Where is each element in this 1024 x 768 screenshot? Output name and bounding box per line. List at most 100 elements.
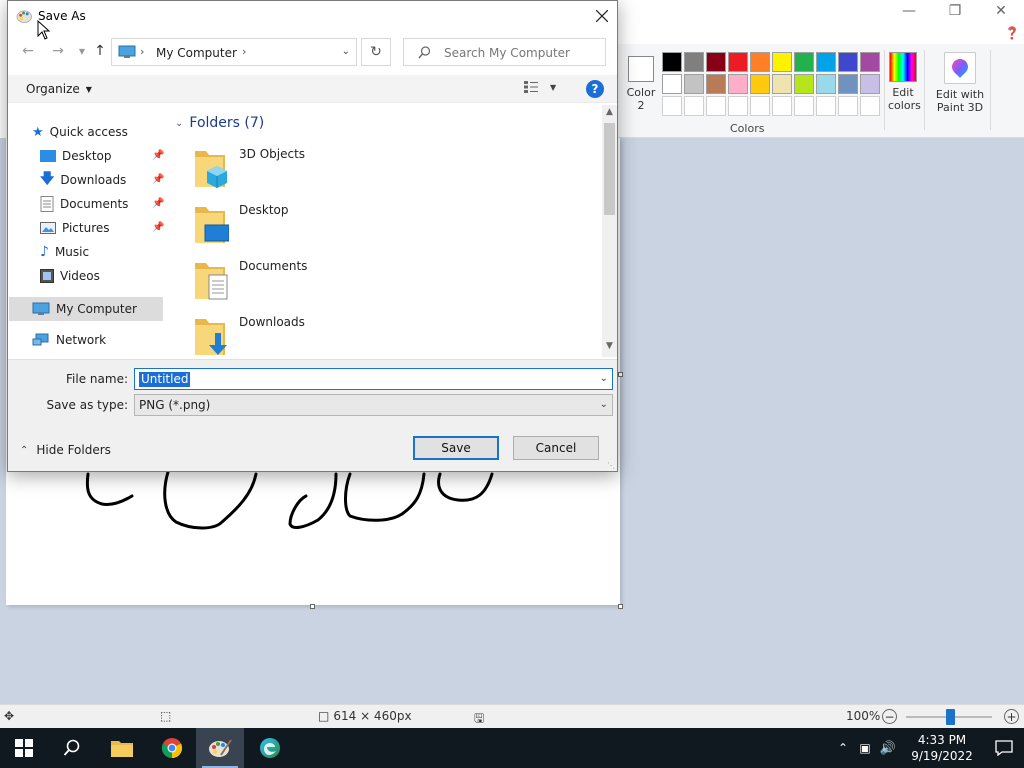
zoom-slider-thumb[interactable] <box>946 709 955 725</box>
scroll-up-icon[interactable]: ▲ <box>602 107 617 121</box>
organize-button[interactable]: Organize ▼ <box>26 82 92 96</box>
cancel-button[interactable]: Cancel <box>513 436 599 460</box>
network-icon[interactable]: ▣ <box>854 741 876 755</box>
show-hidden-icons-icon[interactable]: ⌃ <box>832 741 854 755</box>
palette-color-swatch[interactable] <box>816 52 836 72</box>
palette-color-swatch[interactable] <box>816 96 836 116</box>
resize-grip-icon[interactable]: ⋱ <box>607 461 615 470</box>
save-type-select[interactable]: PNG (*.png) ⌄ <box>134 394 613 416</box>
forward-button[interactable]: → <box>48 41 68 61</box>
palette-color-swatch[interactable] <box>662 52 682 72</box>
palette-color-swatch[interactable] <box>772 96 792 116</box>
folders-group-header[interactable]: ⌄ Folders (7) <box>175 115 264 131</box>
dialog-titlebar[interactable]: Save As <box>8 1 617 31</box>
search-placeholder: Search My Computer <box>444 46 570 60</box>
view-dropdown-icon[interactable]: ▼ <box>550 83 556 92</box>
zoom-in-button[interactable]: + <box>1004 709 1019 724</box>
minimize-button[interactable]: — <box>886 0 932 22</box>
canvas-resize-handle-right[interactable] <box>618 372 623 377</box>
palette-color-swatch[interactable] <box>860 52 880 72</box>
close-button[interactable]: ✕ <box>978 0 1024 22</box>
zoom-out-button[interactable]: − <box>882 709 897 724</box>
palette-color-swatch[interactable] <box>838 52 858 72</box>
palette-color-swatch[interactable] <box>706 74 726 94</box>
start-button[interactable] <box>0 728 48 768</box>
dialog-close-button[interactable] <box>587 1 617 31</box>
chevron-down-icon: ▼ <box>85 84 92 94</box>
music-note-icon: ♪ <box>40 244 49 260</box>
palette-color-swatch[interactable] <box>838 74 858 94</box>
palette-color-swatch[interactable] <box>662 96 682 116</box>
file-explorer-taskbar-button[interactable] <box>98 728 146 768</box>
paint-app-icon <box>16 10 32 23</box>
file-list-scrollbar[interactable]: ▲ ▼ <box>602 105 617 357</box>
palette-color-swatch[interactable] <box>706 96 726 116</box>
change-view-button[interactable]: ▼ <box>524 81 556 93</box>
organize-label: Organize <box>26 82 80 96</box>
search-input[interactable]: Search My Computer <box>403 38 606 66</box>
palette-color-swatch[interactable] <box>860 96 880 116</box>
nav-item-quick-access[interactable]: ★ Quick access <box>32 121 128 143</box>
palette-color-swatch[interactable] <box>794 74 814 94</box>
canvas-resize-handle-corner[interactable] <box>618 604 623 609</box>
ribbon-help-icon[interactable]: ❓ <box>1004 26 1020 42</box>
nav-item-my-computer[interactable]: My Computer <box>32 298 137 320</box>
palette-color-swatch[interactable] <box>728 52 748 72</box>
address-dropdown-icon[interactable]: ⌄ <box>342 46 350 57</box>
palette-color-swatch[interactable] <box>706 52 726 72</box>
palette-color-swatch[interactable] <box>750 52 770 72</box>
edit-with-paint3d-button[interactable]: Edit with Paint 3D <box>932 52 988 114</box>
recent-locations-chevron-icon[interactable]: ▼ <box>72 41 92 61</box>
edit-colors-label-line1: Edit <box>892 86 914 99</box>
file-name-input[interactable]: Untitled ⌄ <box>134 368 613 390</box>
palette-color-swatch[interactable] <box>750 74 770 94</box>
folder-item-desktop[interactable]: Desktop <box>193 203 493 251</box>
palette-color-swatch[interactable] <box>684 52 704 72</box>
nav-item-videos[interactable]: Videos <box>40 265 100 287</box>
palette-color-swatch[interactable] <box>772 74 792 94</box>
breadcrumb-chevron-icon[interactable]: › <box>242 45 246 58</box>
canvas-size-text: 614 × 460px <box>333 709 412 723</box>
clock[interactable]: 4:33 PM 9/19/2022 <box>900 732 984 764</box>
save-button[interactable]: Save <box>413 436 499 460</box>
paint-taskbar-button[interactable] <box>196 728 244 768</box>
scrollbar-thumb[interactable] <box>604 123 615 215</box>
address-bar[interactable]: › My Computer › ⌄ <box>111 38 357 66</box>
dialog-toolbar: Organize ▼ ▼ ? <box>8 75 617 103</box>
nav-item-music[interactable]: ♪ Music <box>40 241 89 263</box>
folder-item-downloads[interactable]: Downloads <box>193 315 493 357</box>
palette-color-swatch[interactable] <box>794 96 814 116</box>
ribbon-divider <box>990 50 991 130</box>
palette-color-swatch[interactable] <box>684 74 704 94</box>
palette-color-swatch[interactable] <box>838 96 858 116</box>
palette-color-swatch[interactable] <box>684 96 704 116</box>
refresh-button[interactable]: ↻ <box>361 38 391 66</box>
chevron-down-icon[interactable]: ⌄ <box>600 373 608 384</box>
scroll-down-icon[interactable]: ▼ <box>602 341 617 355</box>
palette-color-swatch[interactable] <box>662 74 682 94</box>
hide-folders-button[interactable]: ⌃ Hide Folders <box>20 443 111 457</box>
breadcrumb-my-computer[interactable]: My Computer <box>156 46 237 60</box>
search-taskbar-button[interactable] <box>48 728 96 768</box>
palette-color-swatch[interactable] <box>772 52 792 72</box>
back-button[interactable]: ← <box>18 41 38 61</box>
edge-taskbar-button[interactable] <box>246 728 294 768</box>
palette-color-swatch[interactable] <box>816 74 836 94</box>
canvas-resize-handle-bottom[interactable] <box>310 604 315 609</box>
volume-icon[interactable]: 🔊 <box>876 741 900 756</box>
restore-button[interactable]: ❐ <box>932 0 978 22</box>
folder-item-3d-objects[interactable]: 3D Objects <box>193 147 493 195</box>
up-button[interactable]: ↑ <box>90 41 110 61</box>
palette-color-swatch[interactable] <box>750 96 770 116</box>
palette-color-swatch[interactable] <box>728 96 748 116</box>
folder-item-documents[interactable]: Documents <box>193 259 493 307</box>
palette-color-swatch[interactable] <box>794 52 814 72</box>
nav-item-network[interactable]: Network <box>32 329 106 351</box>
color2-button[interactable]: Color 2 <box>624 54 658 120</box>
help-button[interactable]: ? <box>586 80 604 98</box>
action-center-button[interactable] <box>984 740 1024 756</box>
edit-colors-button[interactable]: Edit colors <box>888 52 921 112</box>
palette-color-swatch[interactable] <box>728 74 748 94</box>
chrome-taskbar-button[interactable] <box>148 728 196 768</box>
palette-color-swatch[interactable] <box>860 74 880 94</box>
